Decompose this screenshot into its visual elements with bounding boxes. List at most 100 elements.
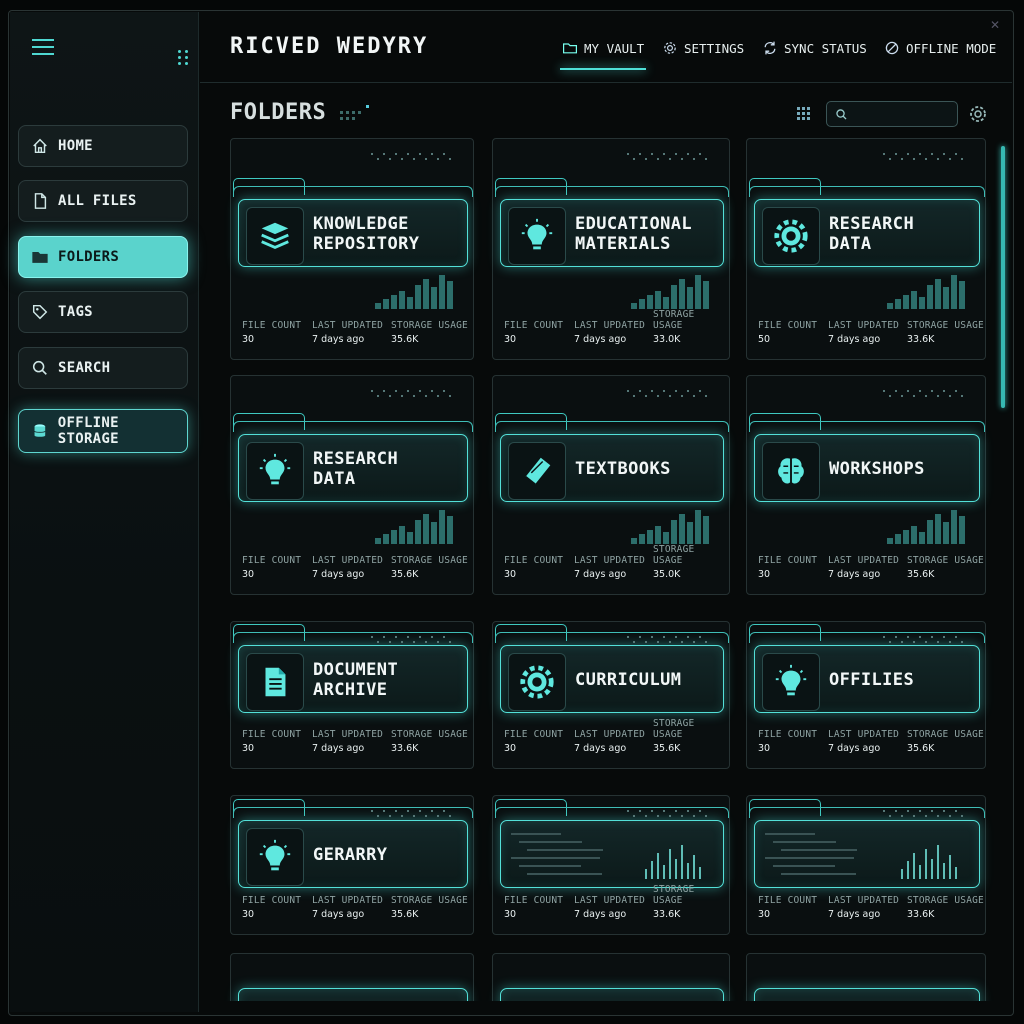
dot <box>925 395 927 397</box>
sidebar-item-all-files[interactable]: ALL FILES <box>18 180 188 222</box>
sidebar-item-offline-storage[interactable]: OFFLINE STORAGE <box>18 409 188 453</box>
folder-card[interactable]: RESEARCH DATA FILE COUNT 50 LAST UPDATED 7 da… <box>746 138 986 360</box>
dot <box>883 810 885 812</box>
decorative-dots <box>883 810 973 820</box>
decorative-dots <box>627 810 717 820</box>
dot <box>633 815 635 817</box>
bar <box>447 281 453 309</box>
folder-card[interactable]: KNOWLEDGE REPOSITORY FILE COUNT 30 LAST UPDA… <box>230 138 474 360</box>
dot <box>383 810 385 812</box>
folder-card[interactable]: FILE COUNT 30 LAST UPDATED 7 days ago STORAG… <box>746 795 986 935</box>
sidebar-item-folders[interactable]: FOLDERS <box>18 236 188 278</box>
tab-sync-status[interactable]: SYNC STATUS <box>762 40 867 56</box>
storage-usage-label: STORAGE USAGE <box>391 320 468 331</box>
bar <box>903 530 909 544</box>
bar <box>663 297 669 309</box>
folder-card[interactable]: DOCUMENT ARCHIVE FILE COUNT 30 LAST UPDATED 7… <box>230 621 474 769</box>
bar <box>911 526 917 544</box>
storage-usage-label: STORAGE USAGE <box>391 895 468 906</box>
dot <box>693 395 695 397</box>
dot <box>919 636 921 638</box>
usage-bars <box>631 506 715 544</box>
settings-gear-icon[interactable] <box>968 104 988 124</box>
dot <box>687 390 689 392</box>
folder-graphic: CURRICULUM <box>495 624 729 713</box>
close-icon[interactable]: ✕ <box>990 18 1000 32</box>
folder-graphic: RESEARCH DATA <box>749 178 985 267</box>
dot <box>681 158 683 160</box>
folder-card-partial[interactable] <box>492 953 730 1001</box>
folder-back-edge <box>233 186 473 197</box>
folder-card[interactable]: TEXTBOOKS FILE COUNT 30 LAST UPDATED 7 days … <box>492 375 730 595</box>
dot <box>425 641 427 643</box>
search-icon <box>836 109 847 120</box>
tab-offline-mode[interactable]: OFFLINE MODE <box>884 40 996 56</box>
hamburger-menu-icon[interactable] <box>32 39 54 59</box>
bar <box>383 534 389 544</box>
bar <box>919 865 921 879</box>
sidebar-item-search[interactable]: SEARCH <box>18 347 188 389</box>
dot <box>645 395 647 397</box>
folder-card-partial[interactable] <box>746 953 986 1001</box>
folder-card-partial[interactable] <box>230 953 474 1001</box>
last-updated-value: 7 days ago <box>828 569 881 580</box>
last-updated-value: 7 days ago <box>574 743 627 754</box>
dot <box>681 815 683 817</box>
dot <box>651 636 653 638</box>
dot <box>401 158 403 160</box>
bar <box>951 510 957 544</box>
decorative-dots <box>883 636 973 646</box>
folder-name-line2: DATA <box>313 469 356 489</box>
folder-graphic: EDUCATIONAL MATERIALS <box>495 178 729 267</box>
bar <box>439 510 445 544</box>
folder-name: WORKSHOPS <box>829 459 925 479</box>
folder-name-line2: MATERIALS <box>575 234 671 254</box>
storage-usage-label: STORAGE USAGE <box>907 320 984 331</box>
sidebar-item-tags[interactable]: TAGS <box>18 291 188 333</box>
bar <box>925 849 927 879</box>
dot <box>675 153 677 155</box>
storage-usage-label: STORAGE USAGE <box>653 884 695 906</box>
bar <box>375 538 381 544</box>
dot <box>651 810 653 812</box>
folder-card[interactable]: OFFILIES FILE COUNT 30 LAST UPDATED 7 days a… <box>746 621 986 769</box>
bar <box>927 520 933 544</box>
dot <box>937 158 939 160</box>
dot <box>639 153 641 155</box>
folder-card[interactable]: CURRICULUM FILE COUNT 30 LAST UPDATED 7 days… <box>492 621 730 769</box>
dot <box>425 815 427 817</box>
dot <box>907 810 909 812</box>
folder-name: DOCUMENT <box>313 660 399 680</box>
grid-view-icon[interactable] <box>797 107 811 121</box>
dot <box>961 158 963 160</box>
tab-settings[interactable]: SETTINGS <box>662 40 744 56</box>
search-input[interactable] <box>855 105 955 125</box>
folder-name-line2: REPOSITORY <box>313 234 420 254</box>
tab-my-vault[interactable]: MY VAULT <box>559 40 647 70</box>
bar <box>407 297 413 309</box>
folder-card[interactable]: GERARRY FILE COUNT 30 LAST UPDATED 7 days ag… <box>230 795 474 935</box>
dots-grid-icon[interactable] <box>178 50 192 68</box>
file-count-value: 30 <box>242 569 255 580</box>
bar <box>423 514 429 544</box>
tab-label: OFFLINE MODE <box>906 40 997 56</box>
bar <box>631 303 637 309</box>
folder-card[interactable]: RESEARCH DATA FILE COUNT 30 LAST UPDATED 7 da… <box>230 375 474 595</box>
folder-graphic <box>749 799 985 888</box>
dot <box>437 158 439 160</box>
sidebar-item-home[interactable]: HOME <box>18 125 188 167</box>
search-box[interactable] <box>826 101 958 127</box>
sidebar-item-label: FOLDERS <box>58 249 120 265</box>
dot <box>889 815 891 817</box>
file-count-label: FILE COUNT <box>758 895 818 906</box>
dot <box>687 810 689 812</box>
file-count-value: 30 <box>504 569 517 580</box>
dot <box>901 815 903 817</box>
scrollbar[interactable] <box>1001 146 1005 408</box>
bar <box>391 295 397 309</box>
database-icon <box>34 424 46 437</box>
folder-card[interactable]: EDUCATIONAL MATERIALS FILE COUNT 30 LAST UPD… <box>492 138 730 360</box>
bar <box>645 869 647 879</box>
folder-card[interactable]: FILE COUNT 30 LAST UPDATED 7 days ago STORAG… <box>492 795 730 935</box>
folder-card[interactable]: WORKSHOPS FILE COUNT 30 LAST UPDATED 7 days … <box>746 375 986 595</box>
